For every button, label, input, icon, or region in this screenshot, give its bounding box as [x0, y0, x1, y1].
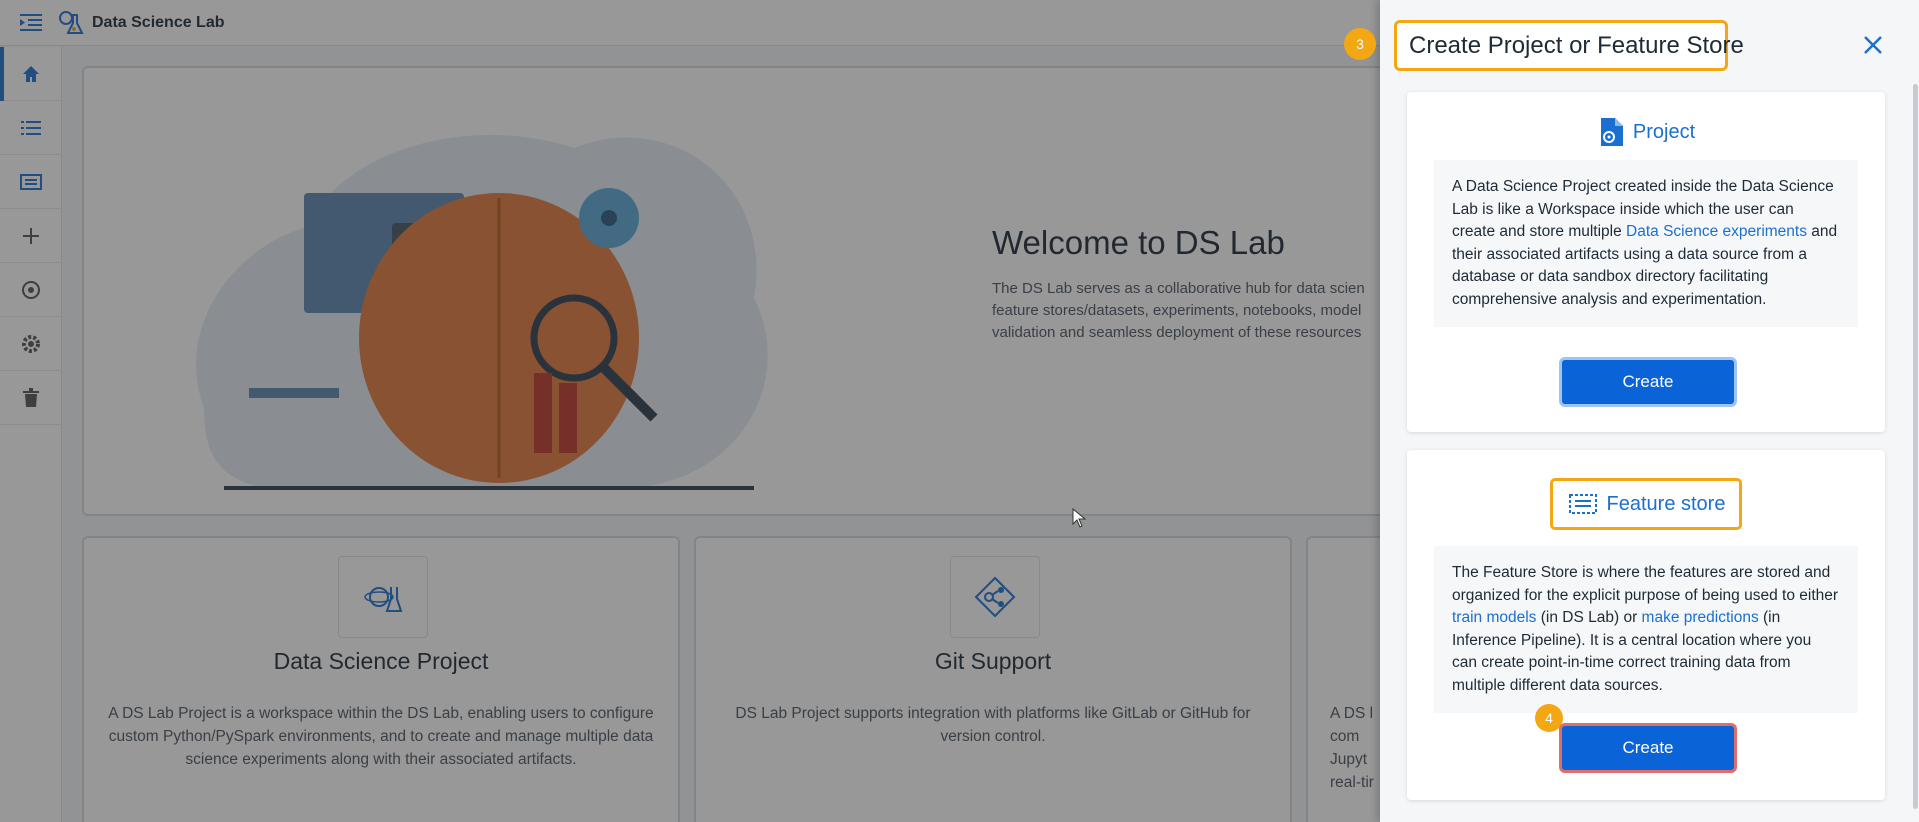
feature-store-description: The Feature Store is where the features …: [1434, 546, 1858, 713]
project-description: A Data Science Project created inside th…: [1434, 160, 1858, 327]
feature-desc-text: (in DS Lab) or: [1536, 609, 1642, 626]
drawer-title-box: Create Project or Feature Store: [1394, 20, 1744, 71]
drawer-title: Create Project or Feature Store: [1409, 31, 1744, 59]
drawer-header: 3 Create Project or Feature Store: [1344, 0, 1919, 82]
data-science-experiments-link[interactable]: Data Science experiments: [1626, 223, 1807, 240]
create-feature-store-button[interactable]: Create: [1562, 726, 1734, 770]
make-predictions-link[interactable]: make predictions: [1642, 609, 1759, 626]
step-badge: 4: [1535, 704, 1563, 732]
project-panel: Project A Data Science Project created i…: [1407, 92, 1885, 432]
feature-store-icon: [1568, 494, 1597, 514]
close-icon[interactable]: [1858, 30, 1888, 60]
scrollbar-thumb[interactable]: [1913, 84, 1918, 809]
mouse-cursor-icon: [1072, 508, 1086, 528]
project-header: Project: [1407, 106, 1885, 158]
feature-store-label: Feature store: [1606, 492, 1726, 515]
train-models-link[interactable]: train models: [1452, 609, 1536, 626]
feature-store-header: Feature store: [1407, 478, 1885, 530]
project-label: Project: [1632, 120, 1696, 143]
modal-overlay[interactable]: [0, 0, 1380, 822]
step-badge: 3: [1344, 28, 1376, 60]
feature-desc-text: The Feature Store is where the features …: [1452, 564, 1839, 604]
feature-store-panel: Feature store The Feature Store is where…: [1407, 450, 1885, 800]
create-project-button[interactable]: Create: [1562, 360, 1734, 404]
project-icon: [1600, 118, 1623, 146]
create-drawer: 3 Create Project or Feature Store Projec…: [1344, 0, 1919, 822]
